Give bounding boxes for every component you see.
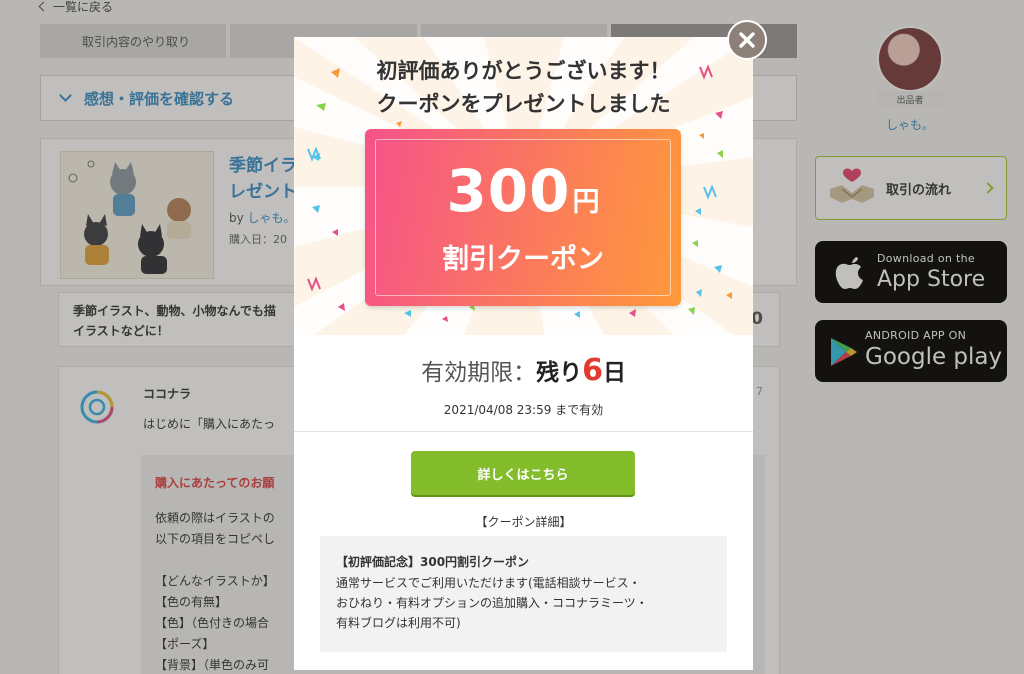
coupon-amount: 300円 bbox=[365, 157, 681, 225]
modal-title-line-1: 初評価ありがとうございます！ bbox=[376, 59, 671, 83]
coupon-detail-name: 【初評価記念】300円割引クーポン bbox=[336, 555, 530, 569]
coupon-card: 300円 割引クーポン bbox=[365, 129, 681, 306]
valid-until: 2021/04/08 23:59 まで有効 bbox=[443, 403, 604, 417]
remaining-prefix: 残り bbox=[536, 360, 583, 386]
modal-header: 初評価ありがとうございます！ クーポンをプレゼントしました 300円 割引クーポ… bbox=[294, 37, 753, 335]
remaining-suffix: 日 bbox=[602, 360, 626, 386]
coupon-detail-text: 有料ブログは利用不可) bbox=[336, 616, 461, 630]
coupon-detail-text: おひねり・有料オプションの追加購入・ココナラミーツ・ bbox=[336, 596, 648, 610]
coupon-amount-unit: 円 bbox=[572, 187, 600, 218]
coupon-detail-box: 【初評価記念】300円割引クーポン 通常サービスでご利用いただけます(電話相談サ… bbox=[320, 536, 727, 652]
modal-title-line-2: クーポンをプレゼントしました bbox=[376, 92, 671, 116]
coupon-amount-number: 300 bbox=[446, 157, 571, 225]
coupon-label: 割引クーポン bbox=[442, 244, 604, 275]
modal-title: 初評価ありがとうございます！ クーポンをプレゼントしました bbox=[294, 55, 753, 121]
details-button[interactable]: 詳しくはこちら bbox=[411, 451, 635, 495]
coupon-detail-heading: 【クーポン詳細】 bbox=[475, 515, 572, 529]
coupon-detail-text: 通常サービスでご利用いただけます(電話相談サービス・ bbox=[336, 576, 641, 590]
close-icon bbox=[739, 32, 755, 48]
divider bbox=[294, 431, 753, 432]
validity-label: 有効期限： bbox=[421, 360, 537, 386]
remaining-days: 6 bbox=[582, 353, 603, 388]
close-button[interactable] bbox=[727, 20, 767, 60]
validity-line: 有効期限：残り6日 bbox=[294, 353, 753, 388]
coupon-modal: 初評価ありがとうございます！ クーポンをプレゼントしました 300円 割引クーポ… bbox=[294, 37, 753, 670]
